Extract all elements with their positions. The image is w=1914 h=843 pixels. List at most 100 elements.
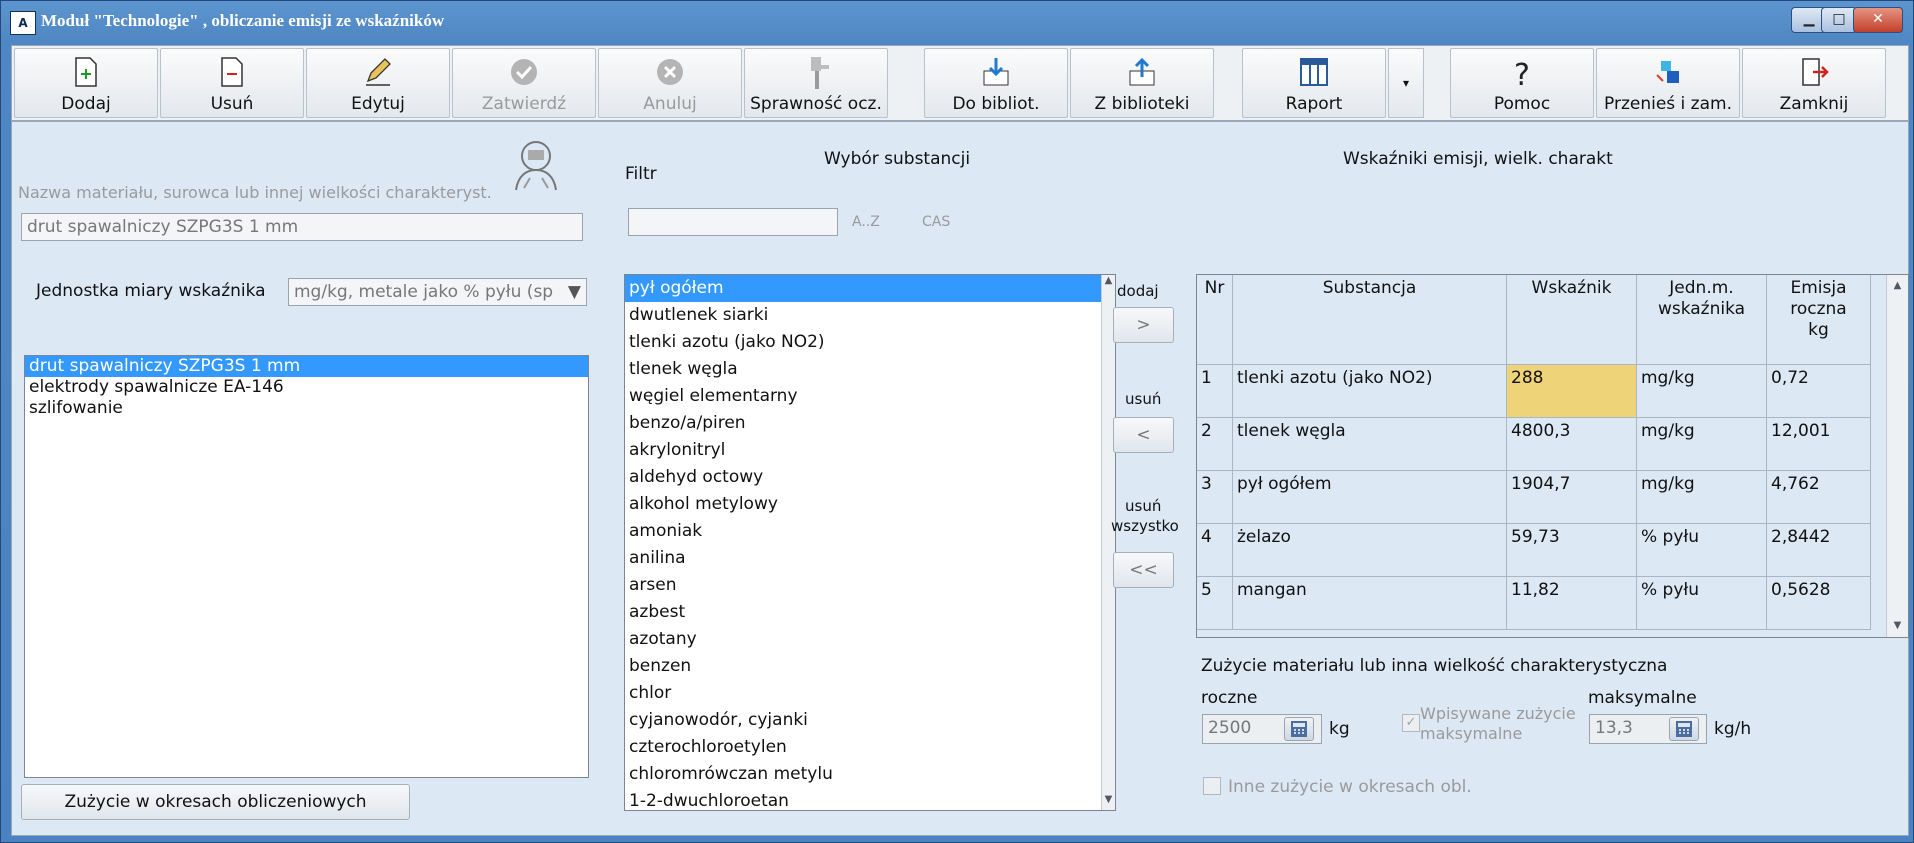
cell-substance: tlenek węgla (1233, 418, 1507, 471)
materials-list[interactable]: drut spawalniczy SZPG3S 1 mm elektrody s… (24, 355, 589, 778)
confirm-button[interactable]: Zatwierdź (452, 48, 596, 118)
pencil-icon (366, 58, 391, 86)
material-name-label: Nazwa materiału, surowca lub innej wielk… (18, 183, 492, 202)
list-item[interactable]: azbest (625, 599, 1115, 626)
list-item[interactable]: anilina (625, 545, 1115, 572)
annual-calculator-button[interactable] (1284, 717, 1314, 741)
add-button[interactable]: Dodaj (14, 48, 158, 118)
sort-az-button[interactable]: A..Z (852, 214, 880, 230)
annual-unit: kg (1329, 719, 1350, 739)
maximize-button[interactable]: □ (1821, 7, 1857, 33)
substance-list-scrollbar[interactable]: ▲ ▼ (1101, 275, 1115, 810)
cancel-button-label: Anuluj (643, 94, 697, 114)
emission-factors-table[interactable]: Nr Substancja Wskaźnik Jedn.m. wskaźnika… (1196, 274, 1909, 638)
list-item[interactable]: benzen (625, 653, 1115, 680)
list-item[interactable]: szlifowanie (25, 398, 588, 419)
add-substance-button[interactable]: > (1113, 307, 1174, 343)
chevron-down-icon: ▾ (1402, 76, 1410, 90)
max-unit: kg/h (1714, 719, 1752, 739)
list-item[interactable]: benzo/a/piren (625, 410, 1115, 437)
list-item[interactable]: azotany (625, 626, 1115, 653)
remove-all-substances-button[interactable]: << (1113, 552, 1174, 588)
other-periods-label: Inne zużycie w okresach obl. (1228, 777, 1472, 797)
upload-from-library-icon (1129, 57, 1155, 86)
list-item[interactable]: aldehyd octowy (625, 464, 1115, 491)
column-header-unit: Jedn.m. wskaźnika (1637, 275, 1767, 365)
list-item[interactable]: 1-2-dwuchloroetan (625, 788, 1115, 810)
list-item[interactable]: elektrody spawalnicze EA-146 (25, 377, 588, 398)
list-item[interactable]: pył ogółem (625, 275, 1115, 302)
help-button[interactable]: ? Pomoc (1450, 48, 1594, 118)
to-library-button[interactable]: Do bibliot. (924, 48, 1068, 118)
column-header-unit-2: wskaźnika (1657, 299, 1746, 319)
close-button[interactable]: Zamknij (1742, 48, 1886, 118)
list-item[interactable]: chloromrówczan metylu (625, 761, 1115, 788)
cancel-button[interactable]: Anuluj (598, 48, 742, 118)
cell-substance: tlenki azotu (jako NO2) (1233, 365, 1507, 418)
scroll-up-icon[interactable]: ▲ (1887, 275, 1908, 297)
remove-substance-button[interactable]: < (1113, 417, 1174, 453)
move-and-close-button-label: Przenieś i zam. (1604, 94, 1732, 114)
column-header-unit-1: Jedn.m. (1669, 278, 1734, 298)
calculator-icon (1676, 721, 1692, 737)
column-header-emission-1: Emisja (1790, 278, 1847, 298)
column-header-substance: Substancja (1233, 275, 1507, 365)
filter-input[interactable] (628, 208, 838, 236)
max-calculator-button[interactable] (1669, 717, 1699, 741)
unit-select[interactable]: mg/kg, metale jako % pyłu (sp ▼ (288, 278, 587, 306)
entered-max-label-1: Wpisywane zużycie (1420, 704, 1576, 723)
efficiency-button[interactable]: Sprawność ocz. (744, 48, 888, 118)
list-item[interactable]: amoniak (625, 518, 1115, 545)
cell-unit: mg/kg (1637, 365, 1767, 418)
edit-button[interactable]: Edytuj (306, 48, 450, 118)
list-item[interactable]: cyjanowodór, cyjanki (625, 707, 1115, 734)
cell-nr: 4 (1197, 524, 1233, 577)
usage-periods-button[interactable]: Zużycie w okresach obliczeniowych (21, 784, 410, 820)
report-button-label: Raport (1285, 94, 1343, 114)
list-item[interactable]: akrylonitryl (625, 437, 1115, 464)
sort-cas-button[interactable]: CAS (922, 214, 950, 230)
chevron-down-icon: ▼ (567, 282, 581, 302)
list-item[interactable]: czterochloroetylen (625, 734, 1115, 761)
cell-unit: mg/kg (1637, 471, 1767, 524)
list-item[interactable]: arsen (625, 572, 1115, 599)
cell-factor[interactable]: 59,73 (1507, 524, 1637, 577)
entered-max-label: Wpisywane zużycie maksymalne (1420, 704, 1576, 744)
cell-factor[interactable]: 4800,3 (1507, 418, 1637, 471)
list-item[interactable]: węgiel elementarny (625, 383, 1115, 410)
list-item[interactable]: chlor (625, 680, 1115, 707)
column-header-emission-2: roczna (1790, 299, 1847, 319)
list-item[interactable]: tlenek węgla (625, 356, 1115, 383)
help-button-label: Pomoc (1493, 94, 1551, 114)
report-table-icon (1300, 58, 1328, 86)
calculator-icon (1291, 721, 1307, 737)
list-item[interactable]: tlenki azotu (jako NO2) (625, 329, 1115, 356)
entered-max-checkbox[interactable]: ✓ (1402, 714, 1420, 732)
scroll-down-icon[interactable]: ▼ (1102, 794, 1115, 810)
edit-button-label: Edytuj (351, 94, 405, 114)
unit-label: Jednostka miary wskaźnika (36, 281, 266, 301)
move-and-close-button[interactable]: Przenieś i zam. (1596, 48, 1740, 118)
other-periods-checkbox[interactable] (1203, 777, 1221, 795)
substance-list[interactable]: pył ogółem dwutlenek siarki tlenki azotu… (624, 274, 1116, 811)
cell-factor[interactable]: 11,82 (1507, 577, 1637, 630)
report-dropdown-button[interactable]: ▾ (1388, 48, 1424, 118)
list-item[interactable]: drut spawalniczy SZPG3S 1 mm (25, 356, 588, 377)
main-panel: Nazwa materiału, surowca lub innej wielk… (11, 121, 1909, 836)
list-item[interactable]: alkohol metylowy (625, 491, 1115, 518)
cell-factor[interactable]: 288 (1507, 365, 1637, 418)
from-library-button[interactable]: Z biblioteki (1070, 48, 1214, 118)
delete-button[interactable]: Usuń (160, 48, 304, 118)
confirm-button-label: Zatwierdź (481, 94, 567, 114)
list-item[interactable]: dwutlenek siarki (625, 302, 1115, 329)
emission-factors-title: Wskaźniki emisji, wielk. charakt (1343, 149, 1613, 169)
table-scrollbar[interactable]: ▲ ▼ (1886, 275, 1908, 637)
report-button[interactable]: Raport (1242, 48, 1386, 118)
scroll-up-icon[interactable]: ▲ (1102, 275, 1115, 291)
column-header-nr: Nr (1197, 275, 1233, 365)
scroll-down-icon[interactable]: ▼ (1887, 615, 1908, 637)
close-window-button[interactable]: ✕ (1853, 7, 1903, 33)
cell-factor[interactable]: 1904,7 (1507, 471, 1637, 524)
delete-button-label: Usuń (210, 94, 254, 114)
material-name-input[interactable]: drut spawalniczy SZPG3S 1 mm (21, 213, 583, 241)
